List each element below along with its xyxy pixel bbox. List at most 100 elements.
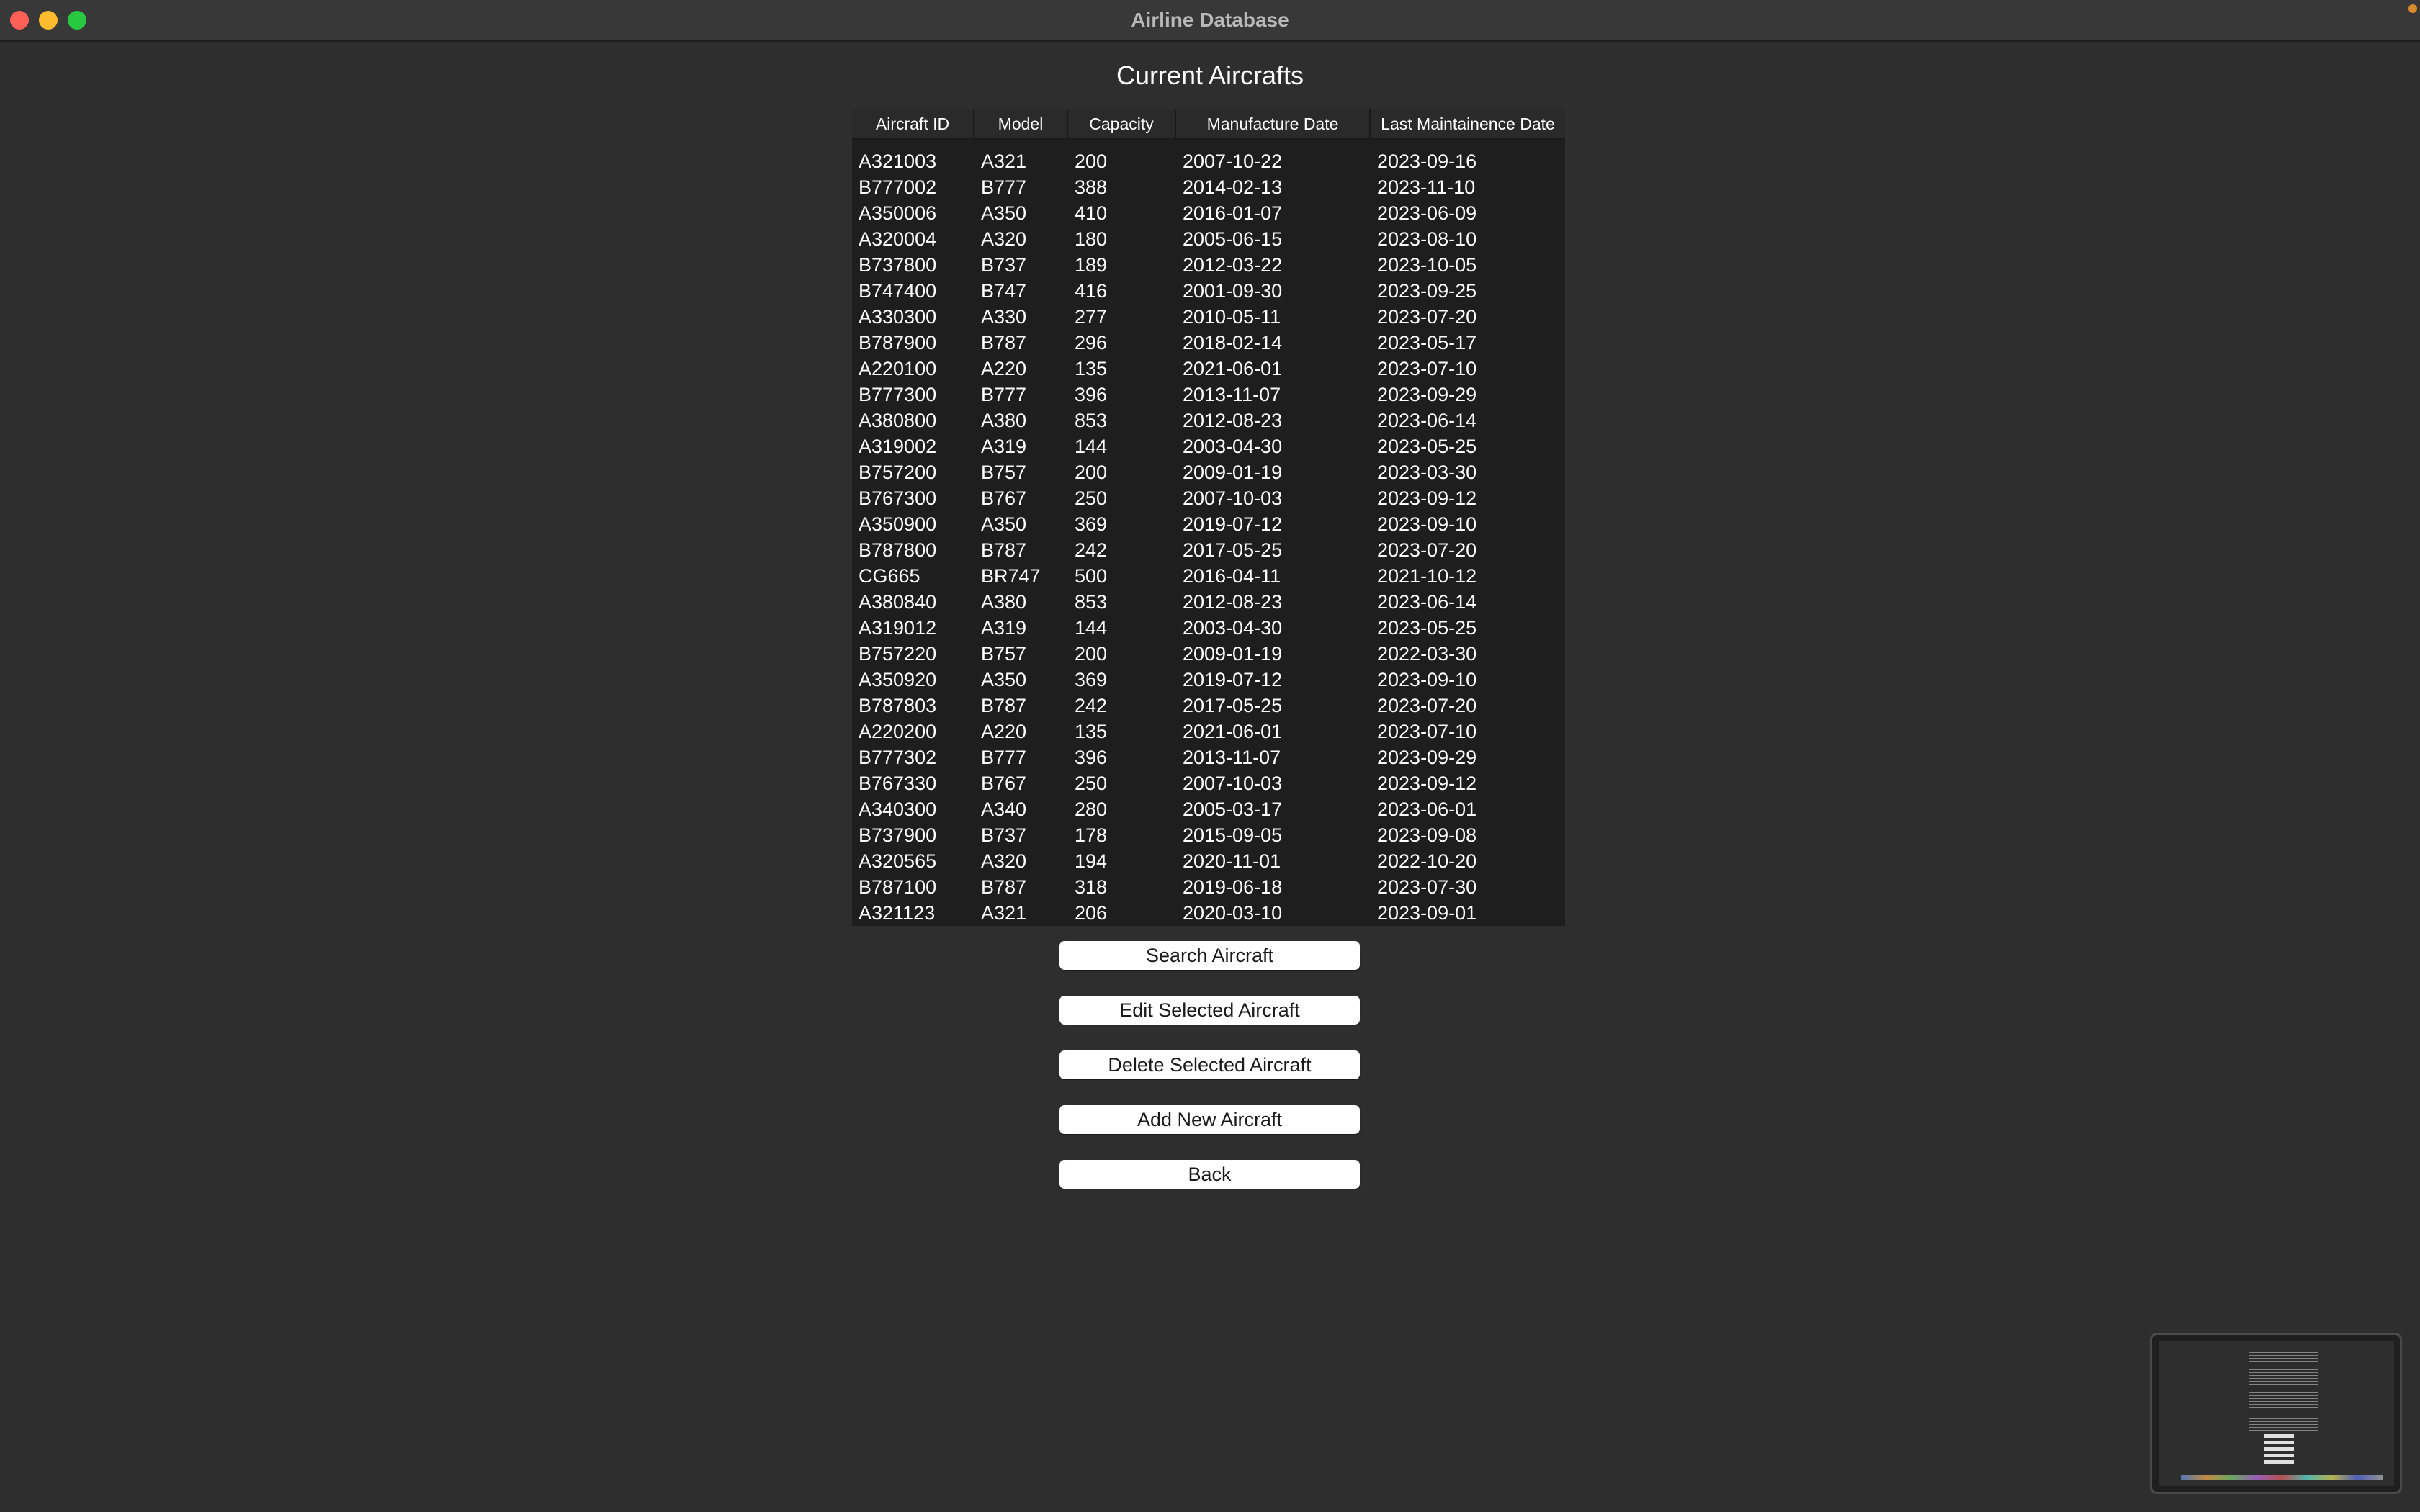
table-row[interactable]: B787100 B787 318 2019-06-18 2023-07-30 (852, 874, 1565, 900)
table-row[interactable]: A319012 A319 144 2003-04-30 2023-05-25 (852, 615, 1565, 641)
capacity-cell: 296 (1075, 331, 1108, 354)
table-row[interactable]: A320004 A320 180 2005-06-15 2023-08-10 (852, 226, 1565, 252)
column-header-capacity[interactable]: Capacity (1068, 109, 1176, 138)
screenshot-thumbnail[interactable] (2150, 1333, 2402, 1494)
manufacture-date-cell: 2012-08-23 (1183, 409, 1283, 431)
manufacture-date-cell: 2007-10-22 (1183, 150, 1283, 172)
last-maintainence-date-cell: 2023-09-10 (1377, 668, 1477, 690)
thumbnail-dock-graphic (2181, 1475, 2383, 1480)
table-row[interactable]: B747400 B747 416 2001-09-30 2023-09-25 (852, 278, 1565, 304)
last-maintainence-date-cell: 2023-09-10 (1377, 513, 1477, 535)
model-cell: B777 (981, 383, 1027, 405)
table-row[interactable]: A321123 A321 206 2020-03-10 2023-09-01 (852, 900, 1565, 926)
manufacture-date-cell: 2021-06-01 (1183, 357, 1283, 379)
capacity-cell: 318 (1075, 876, 1108, 898)
model-cell: B757 (981, 461, 1027, 483)
table-row[interactable]: A319002 A319 144 2003-04-30 2023-05-25 (852, 433, 1565, 459)
table-row[interactable]: B757200 B757 200 2009-01-19 2023-03-30 (852, 459, 1565, 485)
aircraft-id-cell: B767330 (859, 772, 937, 794)
manufacture-date-cell: 2001-09-30 (1183, 279, 1283, 302)
aircraft-id-cell: A321123 (859, 901, 936, 924)
table-row[interactable]: A320565 A320 194 2020-11-01 2022-10-20 (852, 848, 1565, 874)
aircraft-id-cell: B787100 (859, 876, 937, 898)
aircraft-id-cell: B787900 (859, 331, 937, 354)
last-maintainence-date-cell: 2023-07-10 (1377, 720, 1477, 742)
capacity-cell: 200 (1075, 461, 1108, 483)
manufacture-date-cell: 2003-04-30 (1183, 435, 1283, 457)
capacity-cell: 277 (1075, 305, 1108, 328)
table-row[interactable]: A220100 A220 135 2021-06-01 2023-07-10 (852, 356, 1565, 382)
last-maintainence-date-cell: 2023-06-09 (1377, 202, 1477, 224)
aircraft-id-cell: B757220 (859, 642, 937, 665)
aircraft-id-cell: A350900 (859, 513, 937, 535)
manufacture-date-cell: 2012-03-22 (1183, 253, 1283, 276)
model-cell: A330 (981, 305, 1027, 328)
manufacture-date-cell: 2017-05-25 (1183, 694, 1283, 716)
last-maintainence-date-cell: 2023-05-17 (1377, 331, 1477, 354)
window-title: Airline Database (1131, 9, 1289, 31)
column-header-aircraft-id[interactable]: Aircraft ID (852, 109, 974, 138)
back-button[interactable]: Back (1059, 1160, 1360, 1189)
table-row[interactable]: B757220 B757 200 2009-01-19 2022-03-30 (852, 641, 1565, 667)
column-header-model[interactable]: Model (974, 109, 1068, 138)
search-aircraft-button[interactable]: Search Aircraft (1059, 941, 1360, 970)
table-row[interactable]: B767300 B767 250 2007-10-03 2023-09-12 (852, 485, 1565, 511)
capacity-cell: 388 (1075, 176, 1108, 198)
table-row[interactable]: B767330 B767 250 2007-10-03 2023-09-12 (852, 770, 1565, 796)
thumbnail-preview (2159, 1341, 2394, 1486)
manufacture-date-cell: 2005-06-15 (1183, 228, 1283, 250)
model-cell: A350 (981, 668, 1027, 690)
table-row[interactable]: B787803 B787 242 2017-05-25 2023-07-20 (852, 693, 1565, 719)
last-maintainence-date-cell: 2023-03-30 (1377, 461, 1477, 483)
table-header: Aircraft ID Model Capacity Manufacture D… (852, 109, 1565, 140)
table-row[interactable]: A380800 A380 853 2012-08-23 2023-06-14 (852, 408, 1565, 433)
add-new-aircraft-button[interactable]: Add New Aircraft (1059, 1105, 1360, 1134)
table-row[interactable]: A380840 A380 853 2012-08-23 2023-06-14 (852, 589, 1565, 615)
model-cell: A380 (981, 590, 1027, 613)
last-maintainence-date-cell: 2023-06-14 (1377, 590, 1477, 613)
capacity-cell: 200 (1075, 150, 1108, 172)
table-row[interactable]: B737900 B737 178 2015-09-05 2023-09-08 (852, 822, 1565, 848)
last-maintainence-date-cell: 2023-09-29 (1377, 746, 1477, 768)
table-row[interactable]: CG665 BR747 500 2016-04-11 2021-10-12 (852, 563, 1565, 589)
table-row[interactable]: B777002 B777 388 2014-02-13 2023-11-10 (852, 174, 1565, 200)
table-row[interactable]: B777302 B777 396 2013-11-07 2023-09-29 (852, 744, 1565, 770)
delete-selected-aircraft-button[interactable]: Delete Selected Aircraft (1059, 1050, 1360, 1079)
model-cell: B747 (981, 279, 1027, 302)
aircraft-id-cell: CG665 (859, 564, 920, 587)
table-row[interactable]: A350900 A350 369 2019-07-12 2023-09-10 (852, 511, 1565, 537)
column-header-manufacture-date[interactable]: Manufacture Date (1176, 109, 1371, 138)
model-cell: A321 (981, 150, 1027, 172)
aircraft-id-cell: A320565 (859, 850, 937, 872)
aircraft-id-cell: A320004 (859, 228, 937, 250)
model-cell: A319 (981, 435, 1027, 457)
manufacture-date-cell: 2010-05-11 (1183, 305, 1281, 328)
table-row[interactable]: B787800 B787 242 2017-05-25 2023-07-20 (852, 537, 1565, 563)
table-row[interactable]: A350006 A350 410 2016-01-07 2023-06-09 (852, 200, 1565, 226)
last-maintainence-date-cell: 2023-09-16 (1377, 150, 1477, 172)
table-row[interactable]: A340300 A340 280 2005-03-17 2023-06-01 (852, 796, 1565, 822)
manufacture-date-cell: 2005-03-17 (1183, 798, 1283, 820)
aircraft-id-cell: B787803 (859, 694, 937, 716)
table-row[interactable]: B737800 B737 189 2012-03-22 2023-10-05 (852, 252, 1565, 278)
aircraft-id-cell: A340300 (859, 798, 937, 820)
column-header-last-maintainence-date[interactable]: Last Maintainence Date (1371, 109, 1565, 138)
manufacture-date-cell: 2012-08-23 (1183, 590, 1283, 613)
table-row[interactable]: A220200 A220 135 2021-06-01 2023-07-10 (852, 719, 1565, 744)
thumbnail-button-graphic (2264, 1447, 2294, 1451)
capacity-cell: 242 (1075, 694, 1108, 716)
table-row[interactable]: B777300 B777 396 2013-11-07 2023-09-29 (852, 382, 1565, 408)
aircraft-id-cell: B787800 (859, 539, 937, 561)
aircraft-id-cell: B757200 (859, 461, 937, 483)
edit-selected-aircraft-button[interactable]: Edit Selected Aircraft (1059, 996, 1360, 1025)
table-row[interactable]: A330300 A330 277 2010-05-11 2023-07-20 (852, 304, 1565, 330)
manufacture-date-cell: 2009-01-19 (1183, 461, 1283, 483)
table-row[interactable]: A350920 A350 369 2019-07-12 2023-09-10 (852, 667, 1565, 693)
table-row[interactable]: B787900 B787 296 2018-02-14 2023-05-17 (852, 330, 1565, 356)
model-cell: B787 (981, 331, 1027, 354)
table-row[interactable]: A321003 A321 200 2007-10-22 2023-09-16 (852, 148, 1565, 174)
capacity-cell: 144 (1075, 435, 1108, 457)
last-maintainence-date-cell: 2023-05-25 (1377, 435, 1477, 457)
capacity-cell: 194 (1075, 850, 1108, 872)
aircraft-id-cell: A321003 (859, 150, 937, 172)
